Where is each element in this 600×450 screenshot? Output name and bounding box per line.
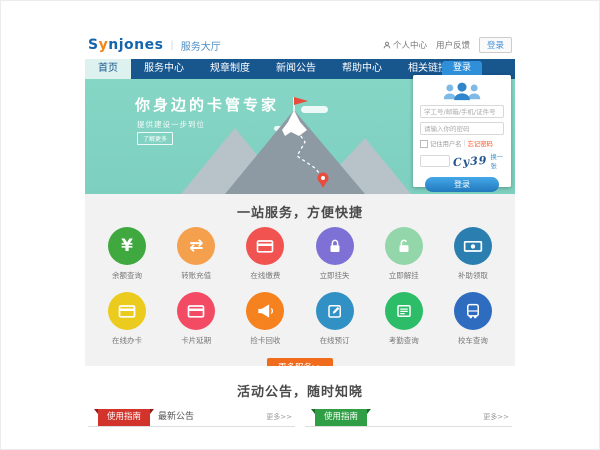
service-balance[interactable]: ¥ 余额查询 (98, 227, 156, 281)
header: Synjones | 服务大厅 个人中心 用户反馈 登录 (85, 31, 515, 59)
guide-ribbon-tab[interactable]: 使用指南 (98, 409, 150, 426)
more-link[interactable]: 更多>> (483, 409, 509, 426)
megaphone-icon (255, 301, 275, 321)
personal-center-link[interactable]: 个人中心 (383, 39, 427, 51)
options-divider: | (463, 140, 465, 147)
more-services-button[interactable]: 更多服务>> (267, 358, 333, 366)
logo[interactable]: Synjones (88, 37, 163, 53)
service-label: 补助领取 (444, 270, 502, 281)
service-label: 立即解挂 (375, 270, 433, 281)
nav-item-help[interactable]: 帮助中心 (329, 59, 395, 79)
logo-prefix: S (88, 37, 99, 53)
lock-icon (326, 237, 344, 255)
credit-card-icon (186, 301, 206, 321)
nav-item-home[interactable]: 首页 (85, 59, 131, 79)
remember-label: 记住用户名 (430, 139, 461, 148)
header-login-button[interactable]: 登录 (479, 37, 512, 53)
logo-y-mark: y (99, 37, 109, 53)
service-unfreeze[interactable]: 立即解挂 (375, 227, 433, 281)
transfer-arrows-icon: ⇄ (189, 238, 203, 255)
service-label: 在线预订 (306, 335, 364, 346)
service-label: 立即挂失 (306, 270, 364, 281)
username-input[interactable] (420, 105, 504, 118)
announcement-panel-right: 使用指南 更多>> (305, 409, 512, 427)
captcha-input[interactable] (420, 155, 450, 167)
services-grid: ¥ 余额查询 ⇄ 转账充值 在线缴费 立即挂失 立即解挂 (85, 227, 515, 346)
services-section: 一站服务，方便快捷 ¥ 余额查询 ⇄ 转账充值 在线缴费 立即挂失 (85, 194, 515, 366)
nav-item-service-center[interactable]: 服务中心 (131, 59, 197, 79)
announcements-section: 活动公告，随时知晓 使用指南 最新公告 更多>> 使用指南 更多>> (85, 366, 515, 427)
hero-banner: 你身边的卡管专家 提供建设一步到位 了解更多 登录 (85, 79, 515, 194)
password-input[interactable] (420, 122, 504, 135)
mountain-illustration (173, 94, 411, 194)
forgot-password-link[interactable]: 忘记密码 (468, 139, 493, 148)
feedback-link[interactable]: 用户反馈 (436, 39, 470, 51)
service-transfer[interactable]: ⇄ 转账充值 (167, 227, 225, 281)
service-school-bus[interactable]: 校车查询 (444, 292, 502, 346)
service-pay-online[interactable]: 在线缴费 (236, 227, 294, 281)
service-card-extension[interactable]: 卡片延期 (167, 292, 225, 346)
announcement-panel-left: 使用指南 最新公告 更多>> (88, 409, 295, 427)
edit-icon (326, 302, 344, 320)
yen-icon: ¥ (121, 238, 133, 255)
site-title: 服务大厅 (181, 38, 221, 53)
service-label: 卡片延期 (167, 335, 225, 346)
remember-checkbox[interactable] (420, 140, 428, 148)
service-label: 捡卡回收 (236, 335, 294, 346)
announcements-heading: 活动公告，随时知晓 (85, 373, 515, 400)
banknote-icon (463, 236, 483, 256)
more-link[interactable]: 更多>> (266, 409, 292, 426)
personal-center-label: 个人中心 (393, 39, 427, 51)
service-apply-card[interactable]: 在线办卡 (98, 292, 156, 346)
login-submit-button[interactable]: 登录 (425, 177, 499, 192)
login-tab[interactable]: 登录 (442, 61, 482, 75)
bus-icon (464, 302, 482, 320)
guide-ribbon-tab[interactable]: 使用指南 (315, 409, 367, 426)
service-online-booking[interactable]: 在线预订 (306, 292, 364, 346)
person-icon (383, 41, 391, 49)
feedback-label: 用户反馈 (436, 39, 470, 51)
list-icon (395, 302, 413, 320)
services-row-1: ¥ 余额查询 ⇄ 转账充值 在线缴费 立即挂失 立即解挂 (98, 227, 502, 281)
services-row-2: 在线办卡 卡片延期 捡卡回收 在线预订 考勤查询 (98, 292, 502, 346)
nav-item-rules[interactable]: 规章制度 (197, 59, 263, 79)
captcha-row: Cy39 换一张 (420, 152, 504, 170)
service-report-loss[interactable]: 立即挂失 (306, 227, 364, 281)
banner-cta-button[interactable]: 了解更多 (137, 132, 173, 145)
logo-divider: | (170, 40, 173, 51)
header-links: 个人中心 用户反馈 登录 (383, 37, 512, 53)
site-container: Synjones | 服务大厅 个人中心 用户反馈 登录 首页 服务中心 规章制… (85, 31, 515, 427)
nav-item-news[interactable]: 新闻公告 (263, 59, 329, 79)
credit-card-icon (255, 236, 275, 256)
credit-card-icon (117, 301, 137, 321)
services-heading: 一站服务，方便快捷 (85, 194, 515, 221)
latest-news-tab[interactable]: 最新公告 (158, 409, 194, 426)
service-label: 余额查询 (98, 270, 156, 281)
service-card-recycle[interactable]: 捡卡回收 (236, 292, 294, 346)
service-attendance[interactable]: 考勤查询 (375, 292, 433, 346)
service-subsidy[interactable]: 补助领取 (444, 227, 502, 281)
service-label: 校车查询 (444, 335, 502, 346)
service-label: 考勤查询 (375, 335, 433, 346)
service-label: 在线办卡 (98, 335, 156, 346)
users-group-icon (441, 81, 483, 101)
announcement-panels: 使用指南 最新公告 更多>> 使用指南 更多>> (85, 409, 515, 427)
login-panel: 登录 记住用户名 | 忘记密码 Cy39 换一张 (413, 75, 511, 187)
login-options-row: 记住用户名 | 忘记密码 (420, 139, 504, 148)
captcha-image[interactable]: Cy39 (453, 153, 488, 168)
captcha-refresh-link[interactable]: 换一张 (490, 152, 504, 170)
unlock-icon (395, 237, 413, 255)
logo-rest: njones (108, 37, 163, 53)
service-label: 转账充值 (167, 270, 225, 281)
service-label: 在线缴费 (236, 270, 294, 281)
